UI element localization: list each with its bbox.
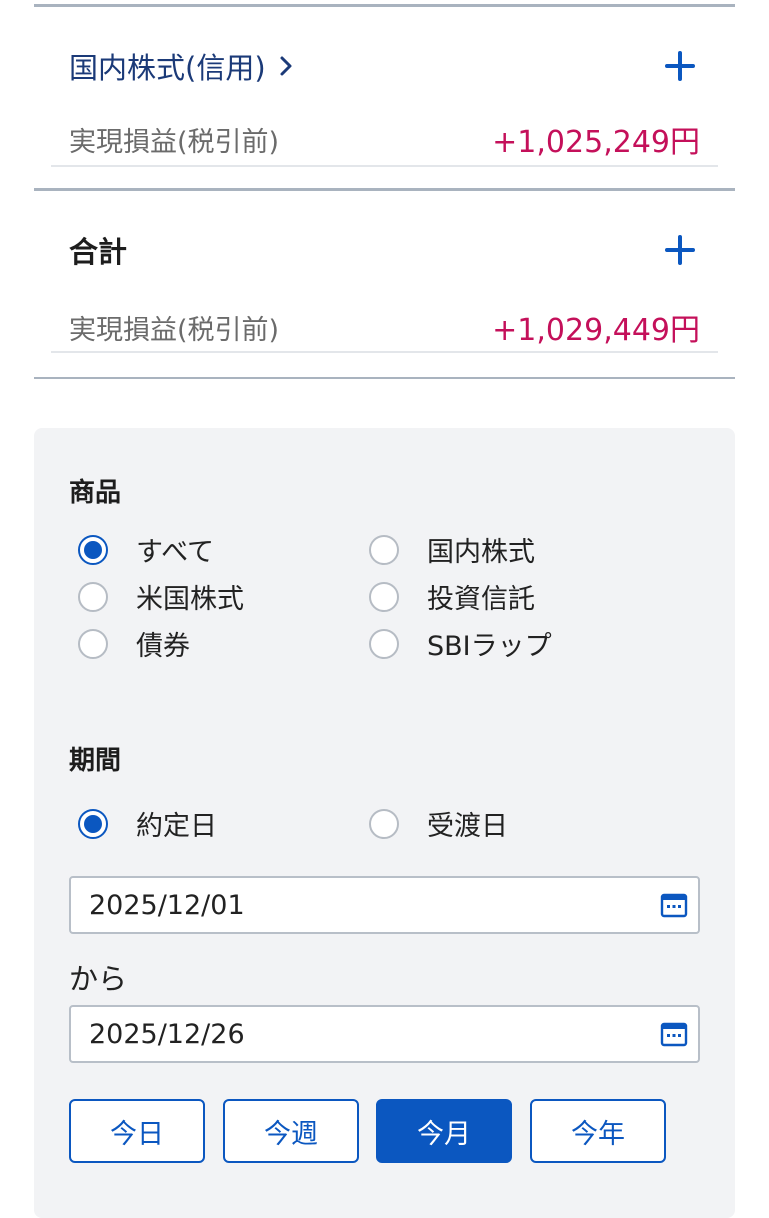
radio-label: 債券 <box>136 631 190 662</box>
realized-pl-row: 実現損益(税引前) +1,029,449円 <box>69 305 700 349</box>
radio-label: 約定日 <box>136 811 217 842</box>
end-date-field[interactable]: 2025/12/26 <box>69 1005 700 1063</box>
radio-product-investment-trust[interactable]: 投資信託 <box>369 577 535 616</box>
radio-period-trade-date[interactable]: 約定日 <box>78 804 217 843</box>
card-title-link[interactable]: 国内株式(信用) <box>69 45 294 87</box>
radio-label: SBIラップ <box>427 631 552 662</box>
start-date-field[interactable]: 2025/12/01 <box>69 876 700 934</box>
card-header: 合計 <box>69 229 700 271</box>
divider <box>51 351 718 353</box>
account-card-total: 合計 実現損益(税引前) +1,029,449円 <box>34 188 735 379</box>
radio-button[interactable] <box>78 534 108 565</box>
radio-product-sbi-wrap[interactable]: SBIラップ <box>369 624 552 663</box>
radio-button[interactable] <box>78 628 108 659</box>
radio-button[interactable] <box>78 581 108 612</box>
radio-button[interactable] <box>369 628 399 659</box>
radio-label: 国内株式 <box>427 537 535 568</box>
end-date-value: 2025/12/26 <box>89 1018 245 1050</box>
realized-pl-label: 実現損益(税引前) <box>69 314 280 346</box>
realized-pl-value: +1,029,449円 <box>492 313 700 348</box>
radio-label: 米国株式 <box>136 584 244 615</box>
card-title[interactable]: 国内株式(信用) <box>69 45 266 87</box>
radio-period-settlement-date[interactable]: 受渡日 <box>369 804 508 843</box>
this-week-button[interactable]: 今週 <box>223 1099 359 1163</box>
calendar-icon[interactable] <box>660 1020 688 1048</box>
chevron-right-icon[interactable] <box>278 55 294 77</box>
account-card-domestic-margin: 国内株式(信用) 実現損益(税引前) +1,025,249円 <box>34 4 735 190</box>
card-header: 国内株式(信用) <box>69 45 700 87</box>
radio-product-us-stock[interactable]: 米国株式 <box>78 577 244 616</box>
radio-button[interactable] <box>369 534 399 565</box>
today-button[interactable]: 今日 <box>69 1099 205 1163</box>
radio-button[interactable] <box>369 808 399 839</box>
realized-pl-value: +1,025,249円 <box>492 125 700 160</box>
radio-product-bond[interactable]: 債券 <box>78 624 190 663</box>
plus-icon[interactable] <box>660 46 700 86</box>
radio-product-domestic-stock[interactable]: 国内株式 <box>369 530 535 569</box>
start-date-value: 2025/12/01 <box>89 889 245 921</box>
realized-pl-label: 実現損益(税引前) <box>69 126 280 158</box>
realized-pl-row: 実現損益(税引前) +1,025,249円 <box>69 117 700 161</box>
from-label: から <box>69 962 128 996</box>
radio-label: すべて <box>136 537 215 568</box>
plus-icon[interactable] <box>660 230 700 270</box>
calendar-icon[interactable] <box>660 891 688 919</box>
period-section-title: 期間 <box>69 746 122 776</box>
radio-button[interactable] <box>78 808 108 839</box>
radio-button[interactable] <box>369 581 399 612</box>
filter-panel: 商品 すべて 国内株式 米国株式 投資信託 債券 SBIラップ 期間 約定日 受… <box>34 428 735 1218</box>
this-month-button[interactable]: 今月 <box>376 1099 512 1163</box>
card-title: 合計 <box>69 235 128 269</box>
divider <box>51 165 718 167</box>
radio-product-all[interactable]: すべて <box>78 530 214 569</box>
product-section-title: 商品 <box>69 478 122 508</box>
radio-label: 受渡日 <box>427 811 508 842</box>
this-year-button[interactable]: 今年 <box>530 1099 666 1163</box>
radio-label: 投資信託 <box>427 584 535 615</box>
